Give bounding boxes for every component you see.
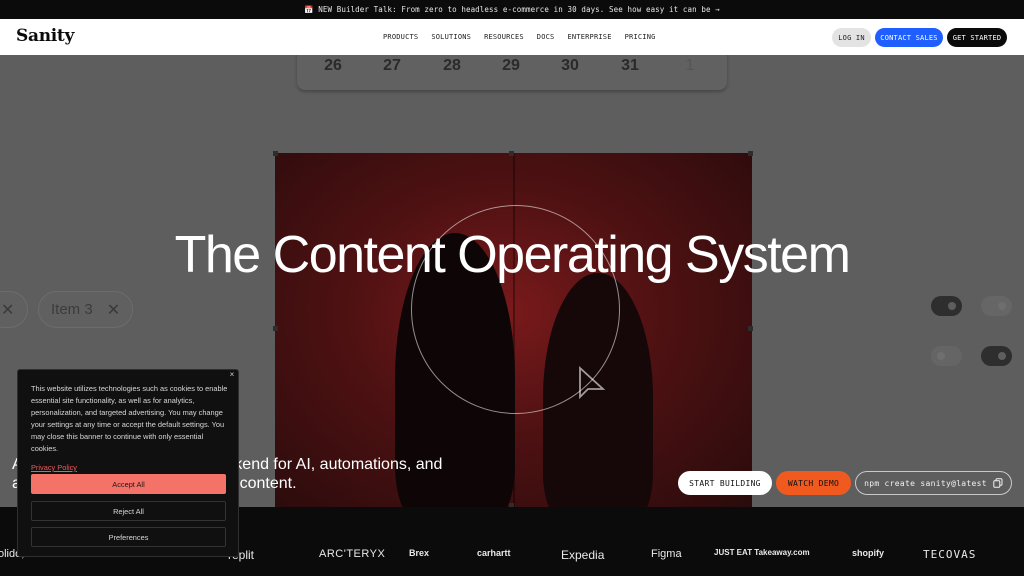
brand-logo: shopify [852,548,885,558]
toggle-switch[interactable] [981,296,1012,316]
calendar-day: 27 [383,57,401,74]
calendar-day: 26 [324,57,342,74]
menu-item-pricing[interactable]: PRICING [625,33,656,41]
main-menu: PRODUCTS SOLUTIONS RESOURCES DOCS ENTERP… [383,19,656,55]
brand-logo: TECOVAS [923,548,977,561]
sanity-logo[interactable]: Sanity [16,26,74,46]
menu-item-resources[interactable]: RESOURCES [484,33,524,41]
menu-item-docs[interactable]: DOCS [537,33,555,41]
calendar-day: 30 [561,57,579,74]
cookie-banner: × This website utilizes technologies suc… [17,369,239,557]
crop-handle[interactable] [273,151,278,156]
pointer-cursor-icon [579,365,606,400]
crop-handle[interactable] [273,326,278,331]
chip-partial[interactable]: ✕ [0,291,28,328]
brand-logo: JUST EAT Takeaway.com [714,548,810,557]
announcement-bar[interactable]: 📅 NEW Builder Talk: From zero to headles… [0,0,1024,19]
start-building-button[interactable]: START BUILDING [678,471,772,495]
chip-label: Item 3 [51,301,93,318]
brand-logo: ARC'TERYX [319,548,386,560]
toggle-switch[interactable] [931,296,962,316]
get-started-button[interactable]: GET STARTED [947,28,1007,47]
reject-all-button[interactable]: Reject All [31,501,226,521]
brand-logo: Figma [651,548,682,560]
top-nav: Sanity PRODUCTS SOLUTIONS RESOURCES DOCS… [0,19,1024,55]
privacy-policy-link[interactable]: Privacy Policy [31,463,77,472]
chip-item-3[interactable]: Item 3 ✕ [38,291,134,328]
crop-handle[interactable] [748,326,753,331]
menu-item-solutions[interactable]: SOLUTIONS [431,33,471,41]
crop-handle[interactable] [509,151,514,156]
calendar-day: 29 [502,57,520,74]
close-icon[interactable]: ✕ [107,300,120,320]
npm-command-button[interactable]: npm create sanity@latest [855,471,1012,495]
preferences-button[interactable]: Preferences [31,527,226,547]
cookie-text: This website utilizes technologies such … [31,384,228,453]
brand-logo: Expedia [561,548,605,562]
hero-title: The Content Operating System [174,226,851,284]
login-button[interactable]: LOG IN [832,28,871,47]
calendar-day: 28 [443,57,461,74]
hero-image [275,153,752,507]
announcement-text[interactable]: 📅 NEW Builder Talk: From zero to headles… [304,5,720,14]
calendar-day: 31 [621,57,639,74]
brand-logo: carhartt [477,548,511,558]
toggle-switch[interactable] [981,346,1012,366]
toggle-switch[interactable] [931,346,962,366]
brand-logo: Brex [409,548,430,558]
accept-all-button[interactable]: Accept All [31,474,226,494]
copy-icon[interactable] [993,478,1003,488]
watch-demo-button[interactable]: WATCH DEMO [776,471,851,495]
calendar-widget: 26 27 28 29 30 31 1 [297,55,727,90]
menu-item-products[interactable]: PRODUCTS [383,33,418,41]
menu-item-enterprise[interactable]: ENTERPRISE [567,33,611,41]
calendar-day: 1 [685,57,695,74]
close-icon[interactable]: × [226,370,238,382]
npm-command-text: npm create sanity@latest [864,478,987,488]
close-icon[interactable]: ✕ [1,300,14,320]
contact-sales-button[interactable]: CONTACT SALES [875,28,943,47]
crop-handle[interactable] [748,151,753,156]
